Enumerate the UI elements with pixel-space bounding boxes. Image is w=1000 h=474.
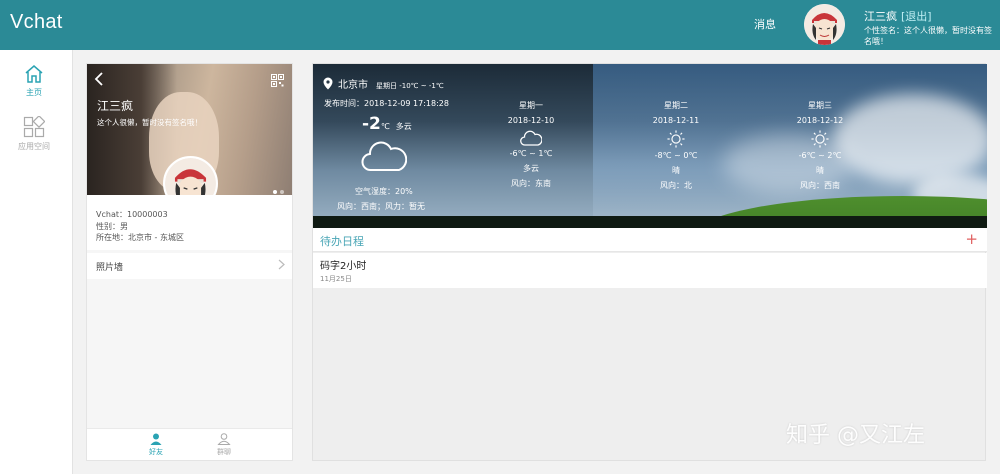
watermark: 知乎 @又江左: [786, 423, 925, 448]
brand-logo[interactable]: Vchat: [10, 11, 63, 34]
profile-location: 所在地：北京市 - 东城区: [96, 233, 184, 242]
tab-friends[interactable]: 好友: [136, 433, 176, 457]
weather-current-temp: -2℃ 多云: [362, 114, 412, 134]
carousel-dots[interactable]: [273, 179, 287, 195]
apps-icon: [23, 116, 45, 138]
forecast-weekday: 星期二: [664, 101, 688, 110]
chevron-right-icon: [278, 259, 285, 273]
tab-friends-label: 好友: [149, 448, 163, 456]
qr-code-icon[interactable]: [271, 72, 284, 91]
profile-name: 江三疯: [97, 99, 134, 113]
group-icon: [217, 433, 231, 445]
weather-wind: 风向：西南；风力：暂无: [337, 202, 425, 211]
todo-item-date: 11月25日: [320, 275, 352, 283]
main-panel: 北京市 星期日 -10℃ ~ -1℃ 发布时间：2018-12-09 17:18:…: [312, 63, 987, 461]
user-avatar[interactable]: [804, 4, 845, 45]
nav-item-apps-label: 应用空间: [18, 142, 50, 151]
nav-item-home[interactable]: 主页: [0, 64, 68, 98]
forecast-day: 星期二 2018-12-11 -8℃ ~ 0℃ 晴 风向：北: [631, 98, 721, 193]
sun-icon: [667, 130, 685, 148]
profile-info: Vchat：10000003 性别：男 所在地：北京市 - 东城区: [87, 195, 292, 250]
forecast-date: 2018-12-12: [796, 116, 844, 125]
profile-signature: 这个人很懒，暂时没有签名哦！: [97, 118, 202, 127]
logout-link[interactable]: [退出]: [901, 10, 932, 23]
current-temp-value: -2: [362, 114, 381, 134]
location-pin-icon: [323, 77, 333, 93]
forecast-day: 星期一 2018-12-10 -6℃ ~ 1℃ 多云 风向：东南: [486, 98, 576, 191]
photo-wall-link[interactable]: 照片墙: [87, 253, 292, 279]
tab-groups-label: 群聊: [217, 448, 231, 456]
cloud-icon: [361, 140, 408, 176]
profile-tabs: 好友 群聊: [87, 428, 292, 460]
forecast-condition: 晴: [816, 166, 824, 175]
header-username[interactable]: 江三疯: [864, 10, 897, 23]
sun-icon: [811, 130, 829, 148]
current-temp-unit: ℃: [380, 122, 390, 131]
username-area: 江三疯 [退出]: [864, 8, 932, 24]
weather-location: 北京市 星期日 -10℃ ~ -1℃: [323, 76, 444, 93]
forecast-weekday: 星期三: [808, 101, 832, 110]
forecast-range: -8℃ ~ 0℃: [654, 151, 698, 160]
messages-link[interactable]: 消息: [754, 16, 776, 32]
tab-groups[interactable]: 群聊: [204, 433, 244, 457]
nav-item-apps[interactable]: 应用空间: [0, 116, 68, 152]
forecast-condition: 多云: [523, 164, 539, 173]
profile-gender: 性别：男: [96, 221, 128, 231]
forecast-wind: 风向：北: [660, 181, 692, 190]
forecast-wind: 风向：西南: [800, 181, 840, 190]
person-icon: [150, 433, 162, 445]
forecast-range: -6℃ ~ 1℃: [509, 149, 553, 158]
nav-item-home-label: 主页: [26, 88, 42, 97]
todo-item[interactable]: 码字2小时 11月25日: [313, 253, 987, 288]
add-todo-button[interactable]: +: [965, 230, 978, 248]
weather-publish-time: 发布时间：2018-12-09 17:18:28: [324, 99, 449, 108]
weather-today-summary: 星期日 -10℃ ~ -1℃: [376, 82, 444, 90]
forecast-day: 星期三 2018-12-12 -6℃ ~ 2℃ 晴 风向：西南: [775, 98, 865, 193]
forecast-range: -6℃ ~ 2℃: [798, 151, 842, 160]
forecast-wind: 风向：东南: [511, 179, 551, 188]
todo-header: 待办日程 +: [313, 228, 987, 252]
photo-wall-label: 照片墙: [96, 263, 124, 273]
forecast-date: 2018-12-11: [652, 116, 700, 125]
todo-title: 待办日程: [320, 235, 364, 248]
home-icon: [25, 65, 43, 83]
todo-item-text: 码字2小时: [320, 261, 367, 272]
forecast-date: 2018-12-10: [507, 116, 555, 125]
forecast-condition: 晴: [672, 166, 680, 175]
weather-humidity: 空气湿度：20%: [355, 187, 413, 196]
weather-city: 北京市: [338, 80, 368, 91]
current-condition: 多云: [395, 122, 412, 131]
left-nav: 主页 应用空间: [0, 50, 73, 474]
weather-card: 北京市 星期日 -10℃ ~ -1℃ 发布时间：2018-12-09 17:18:…: [313, 64, 987, 228]
top-bar: Vchat 消息 江三疯 [退出] 个性签名：这个人很懒，暂时没有签名哦！: [0, 0, 1000, 50]
header-signature: 个性签名：这个人很懒，暂时没有签名哦！: [864, 26, 992, 46]
profile-card: 江三疯 这个人很懒，暂时没有签名哦！ Vchat：10000003 性别：男 所…: [86, 63, 293, 461]
forecast-weekday: 星期一: [519, 101, 543, 110]
back-arrow-icon[interactable]: [94, 71, 104, 90]
cloud-icon: [520, 130, 542, 146]
profile-vchat-id: Vchat：10000003: [96, 210, 168, 219]
